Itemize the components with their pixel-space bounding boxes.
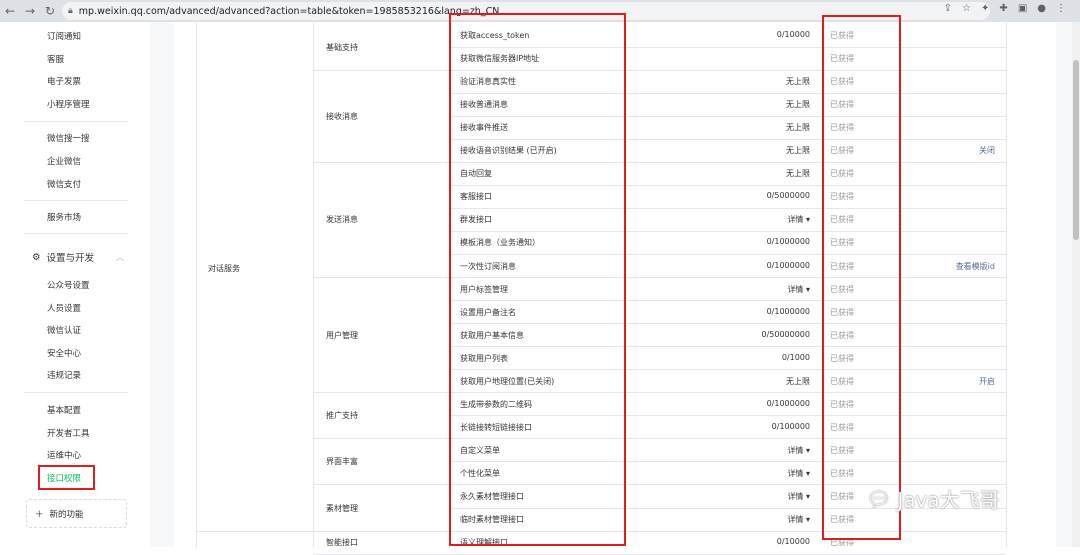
chevron-up-icon: ︿ [116, 252, 125, 262]
table-group-label: 发送消息 [326, 215, 358, 225]
sidebar: 订阅通知客服电子发票小程序管理微信搜一搜企业微信微信支付服务市场 ⚙ 设置与开发 ︿ 公… [0, 22, 150, 547]
table-group-label: 界面丰富 [326, 457, 358, 467]
menu-icon[interactable]: ⋮ [1056, 3, 1066, 14]
table-cell-quota: 0/100000 [771, 421, 810, 431]
table-cell-quota[interactable]: 详情 ▾ [685, 284, 810, 295]
sidebar-item[interactable]: 开发者工具 [47, 427, 90, 439]
group-divider [313, 438, 450, 440]
reload-icon[interactable]: ↻ [40, 0, 60, 22]
sidebar-item[interactable]: 安全中心 [47, 347, 81, 359]
sidebar-section-settings[interactable]: ⚙ 设置与开发 ︿ [32, 250, 125, 265]
sidebar-item[interactable]: 基本配置 [47, 404, 81, 416]
group-divider [313, 530, 450, 532]
sidebar-divider [24, 392, 128, 393]
table-cell-action-link[interactable]: 关闭 [900, 145, 995, 156]
table-cell-quota: 0/10000 [776, 30, 810, 39]
table-cell-quota: 无上限 [786, 77, 810, 87]
sidebar-item-market[interactable]: 服务市场 [47, 211, 81, 223]
table-group-label: 用户管理 [326, 330, 358, 340]
table-cell-quota: 0/10000 [776, 537, 810, 547]
puzzle-icon[interactable]: ✚ [999, 3, 1007, 14]
sidebar-item[interactable]: 微信搜一搜 [47, 132, 90, 144]
table-cell-quota: 0/1000 [781, 352, 810, 362]
table-cell-quota: 0/1000000 [766, 237, 810, 247]
table-group-label: 推广支持 [326, 411, 358, 421]
table-cell-quota: 0/1000000 [766, 306, 810, 316]
table-row-divider [450, 553, 1006, 555]
group-divider [313, 69, 450, 71]
sidebar-item[interactable]: 人员设置 [47, 302, 81, 314]
table-group-label: 接收消息 [326, 111, 358, 121]
sidebar-divider [24, 233, 128, 234]
section-label: 设置与开发 [46, 253, 95, 264]
sidebar-item[interactable]: 客服 [47, 53, 64, 65]
star-icon[interactable]: ☆ [962, 3, 971, 14]
table-cell-quota: 无上限 [786, 169, 810, 179]
sidebar-divider [24, 200, 128, 201]
table-cell-quota: 0/1000000 [766, 260, 810, 270]
table-cell-quota: 无上限 [786, 376, 810, 386]
sidebar-item[interactable]: 订阅通知 [47, 30, 81, 42]
sidebar-item[interactable]: 企业微信 [47, 155, 81, 167]
sidebar-item[interactable]: 违规记录 [47, 369, 81, 381]
table-cell-quota[interactable]: 详情 ▾ [685, 491, 810, 502]
back-icon[interactable]: ← [0, 0, 20, 22]
table-cell-quota[interactable]: 详情 ▾ [685, 214, 810, 225]
watermark-text: Java大飞哥 [897, 488, 1000, 512]
sidebar-item[interactable]: 微信认证 [47, 324, 81, 336]
table-cell-quota[interactable]: 详情 ▾ [685, 445, 810, 456]
category-divider [196, 530, 313, 532]
sidebar-item[interactable]: 公众号设置 [47, 279, 90, 291]
annotation-box-names [449, 13, 626, 546]
highlight-box [38, 465, 95, 490]
gear-icon: ⚙ [32, 251, 41, 263]
table-column-divider [1006, 22, 1007, 547]
group-divider [313, 161, 450, 163]
table-column-divider [196, 22, 197, 547]
table-cell-quota: 无上限 [786, 146, 810, 156]
table-cell-action-link[interactable]: 开启 [900, 376, 995, 387]
table-cell-quota[interactable]: 详情 ▾ [685, 468, 810, 479]
forward-icon[interactable]: → [20, 0, 40, 22]
table-cell-quota: 0/5000000 [766, 191, 810, 201]
share-icon[interactable]: ⇪ [944, 3, 952, 14]
scrollbar-thumb[interactable] [1073, 60, 1079, 240]
sidebar-item[interactable]: 微信支付 [47, 178, 81, 190]
annotation-box-status [822, 15, 901, 540]
lock-icon: 🔒︎ [68, 6, 73, 16]
url-text: mp.weixin.qq.com/advanced/advanced?actio… [78, 5, 500, 17]
sidebar-item[interactable]: 小程序管理 [47, 98, 90, 110]
new-function-label: 新的功能 [49, 509, 84, 520]
sidebar-item[interactable]: 电子发票 [47, 75, 81, 87]
wechat-icon: 💬︎ [866, 486, 892, 511]
profile-icon[interactable]: ● [1037, 3, 1046, 14]
sidepanel-icon[interactable]: ▣ [1018, 3, 1027, 14]
table-group-label: 素材管理 [326, 503, 358, 513]
table-category-label: 对话服务 [208, 264, 240, 273]
table-cell-quota[interactable]: 详情 ▾ [685, 514, 810, 525]
group-divider [313, 553, 450, 555]
scrollbar[interactable] [1072, 22, 1080, 547]
group-divider [313, 392, 450, 394]
group-divider [313, 484, 450, 486]
table-cell-quota: 无上限 [786, 100, 810, 110]
table-cell-quota: 无上限 [786, 123, 810, 133]
table-cell-quota: 0/50000000 [761, 329, 810, 339]
sidebar-divider [24, 121, 128, 122]
watermark: 💬︎ Java大飞哥 [866, 484, 1000, 513]
table-group-label: 基础支持 [326, 42, 358, 52]
plus-icon: ＋ [35, 509, 44, 520]
table-column-divider [313, 22, 314, 547]
group-divider [313, 277, 450, 279]
extension-icon[interactable]: ✦ [981, 3, 989, 14]
table-cell-action-link[interactable]: 查看模版id [900, 261, 995, 272]
new-function-button[interactable]: ＋ 新的功能 [26, 499, 127, 528]
table-group-label: 智能接口 [326, 538, 358, 548]
table-cell-quota: 0/1000000 [766, 398, 810, 408]
sidebar-item[interactable]: 运维中心 [47, 449, 81, 461]
